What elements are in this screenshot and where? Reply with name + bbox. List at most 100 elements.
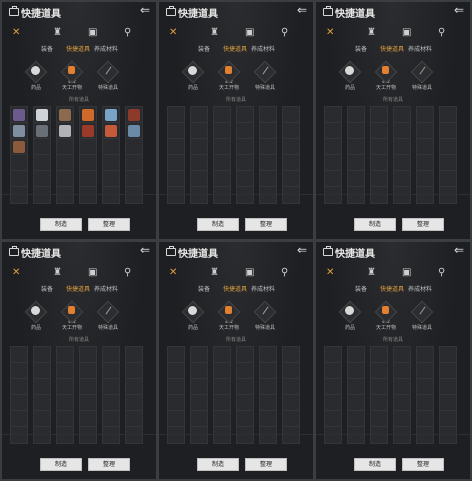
inventory-slot[interactable] [236,186,254,204]
category-crafting[interactable]: 412 天工开物 [211,60,247,91]
inventory-slot[interactable] [125,426,143,444]
inventory-slot[interactable] [102,186,120,204]
inventory-slot[interactable] [190,186,208,204]
inventory-slot[interactable] [393,426,411,444]
category-special[interactable]: 1 特殊道具 [90,60,126,91]
sort-button[interactable]: 整理 [245,458,287,471]
category-medicine[interactable]: 4 药品 [18,60,54,91]
back-arrow-icon[interactable]: ⇐ [454,243,464,257]
gear-icon[interactable]: ♜ [53,27,62,38]
category-crafting[interactable]: 412 天工开物 [211,300,247,331]
inventory-slot[interactable] [282,186,300,204]
inventory-slot[interactable] [79,426,97,444]
tab-equip[interactable]: 装备 [198,44,210,53]
inventory-slot[interactable] [347,186,365,204]
inventory-slot[interactable] [213,426,231,444]
close-icon[interactable]: ✕ [169,27,177,38]
close-icon[interactable]: ✕ [12,267,20,278]
craft-button[interactable]: 制造 [354,218,396,231]
category-special[interactable]: 1 特殊道具 [404,60,440,91]
tab-quick-items[interactable]: 快捷道具 [66,44,90,53]
sort-button[interactable]: 整理 [88,458,130,471]
tab-equip[interactable]: 装备 [355,284,367,293]
inventory-slot[interactable] [56,186,74,204]
category-medicine[interactable]: 4 药品 [175,300,211,331]
category-medicine[interactable]: 4 药品 [18,300,54,331]
token-icon[interactable]: ⚲ [438,27,445,38]
inventory-slot[interactable] [324,426,342,444]
sort-button[interactable]: 整理 [88,218,130,231]
inventory-slot[interactable] [33,426,51,444]
inventory-slot[interactable] [10,426,28,444]
token-icon[interactable]: ⚲ [438,267,445,278]
tab-quick-items[interactable]: 快捷道具 [223,44,247,53]
token-icon[interactable]: ⚲ [281,27,288,38]
back-arrow-icon[interactable]: ⇐ [297,243,307,257]
category-crafting[interactable]: 412 天工开物 [368,300,404,331]
inventory-slot[interactable] [10,186,28,204]
category-special[interactable]: 1 特殊道具 [404,300,440,331]
gear-icon[interactable]: ♜ [210,27,219,38]
tab-equip[interactable]: 装备 [355,44,367,53]
chest-icon[interactable]: ▣ [402,27,411,38]
inventory-slot[interactable] [416,186,434,204]
category-crafting[interactable]: 412 天工开物 [54,60,90,91]
craft-button[interactable]: 制造 [197,458,239,471]
category-medicine[interactable]: 4 药品 [332,60,368,91]
sort-button[interactable]: 整理 [402,218,444,231]
category-special[interactable]: 1 特殊道具 [247,300,283,331]
back-arrow-icon[interactable]: ⇐ [140,243,150,257]
close-icon[interactable]: ✕ [12,27,20,38]
inventory-slot[interactable] [190,426,208,444]
inventory-slot[interactable] [439,426,457,444]
tab-quick-items[interactable]: 快捷道具 [380,44,404,53]
gear-icon[interactable]: ♜ [210,267,219,278]
inventory-slot[interactable] [439,186,457,204]
sort-button[interactable]: 整理 [402,458,444,471]
gear-icon[interactable]: ♜ [53,267,62,278]
tab-equip[interactable]: 装备 [198,284,210,293]
close-icon[interactable]: ✕ [326,267,334,278]
chest-icon[interactable]: ▣ [245,267,254,278]
inventory-slot[interactable] [102,426,120,444]
inventory-slot[interactable] [347,426,365,444]
inventory-slot[interactable] [167,426,185,444]
category-medicine[interactable]: 4 药品 [332,300,368,331]
craft-button[interactable]: 制造 [197,218,239,231]
inventory-slot[interactable] [370,426,388,444]
token-icon[interactable]: ⚲ [281,267,288,278]
tab-equip[interactable]: 装备 [41,44,53,53]
craft-button[interactable]: 制造 [40,218,82,231]
inventory-slot[interactable] [236,426,254,444]
category-crafting[interactable]: 412 天工开物 [368,60,404,91]
craft-button[interactable]: 制造 [354,458,396,471]
tab-materials[interactable]: 养成材料 [251,284,275,293]
category-special[interactable]: 1 特殊道具 [90,300,126,331]
tab-materials[interactable]: 养成材料 [94,44,118,53]
inventory-slot[interactable] [167,186,185,204]
inventory-slot[interactable] [213,186,231,204]
close-icon[interactable]: ✕ [326,27,334,38]
category-medicine[interactable]: 4 药品 [175,60,211,91]
chest-icon[interactable]: ▣ [88,267,97,278]
inventory-slot[interactable] [416,426,434,444]
chest-icon[interactable]: ▣ [402,267,411,278]
sort-button[interactable]: 整理 [245,218,287,231]
tab-quick-items[interactable]: 快捷道具 [66,284,90,293]
inventory-slot[interactable] [324,186,342,204]
tab-quick-items[interactable]: 快捷道具 [380,284,404,293]
back-arrow-icon[interactable]: ⇐ [297,3,307,17]
token-icon[interactable]: ⚲ [124,27,131,38]
tab-materials[interactable]: 养成材料 [251,44,275,53]
inventory-slot[interactable] [79,186,97,204]
inventory-slot[interactable] [33,186,51,204]
gear-icon[interactable]: ♜ [367,267,376,278]
chest-icon[interactable]: ▣ [88,27,97,38]
tab-quick-items[interactable]: 快捷道具 [223,284,247,293]
inventory-slot[interactable] [56,426,74,444]
inventory-slot[interactable] [125,186,143,204]
tab-materials[interactable]: 养成材料 [94,284,118,293]
token-icon[interactable]: ⚲ [124,267,131,278]
inventory-slot[interactable] [282,426,300,444]
close-icon[interactable]: ✕ [169,267,177,278]
